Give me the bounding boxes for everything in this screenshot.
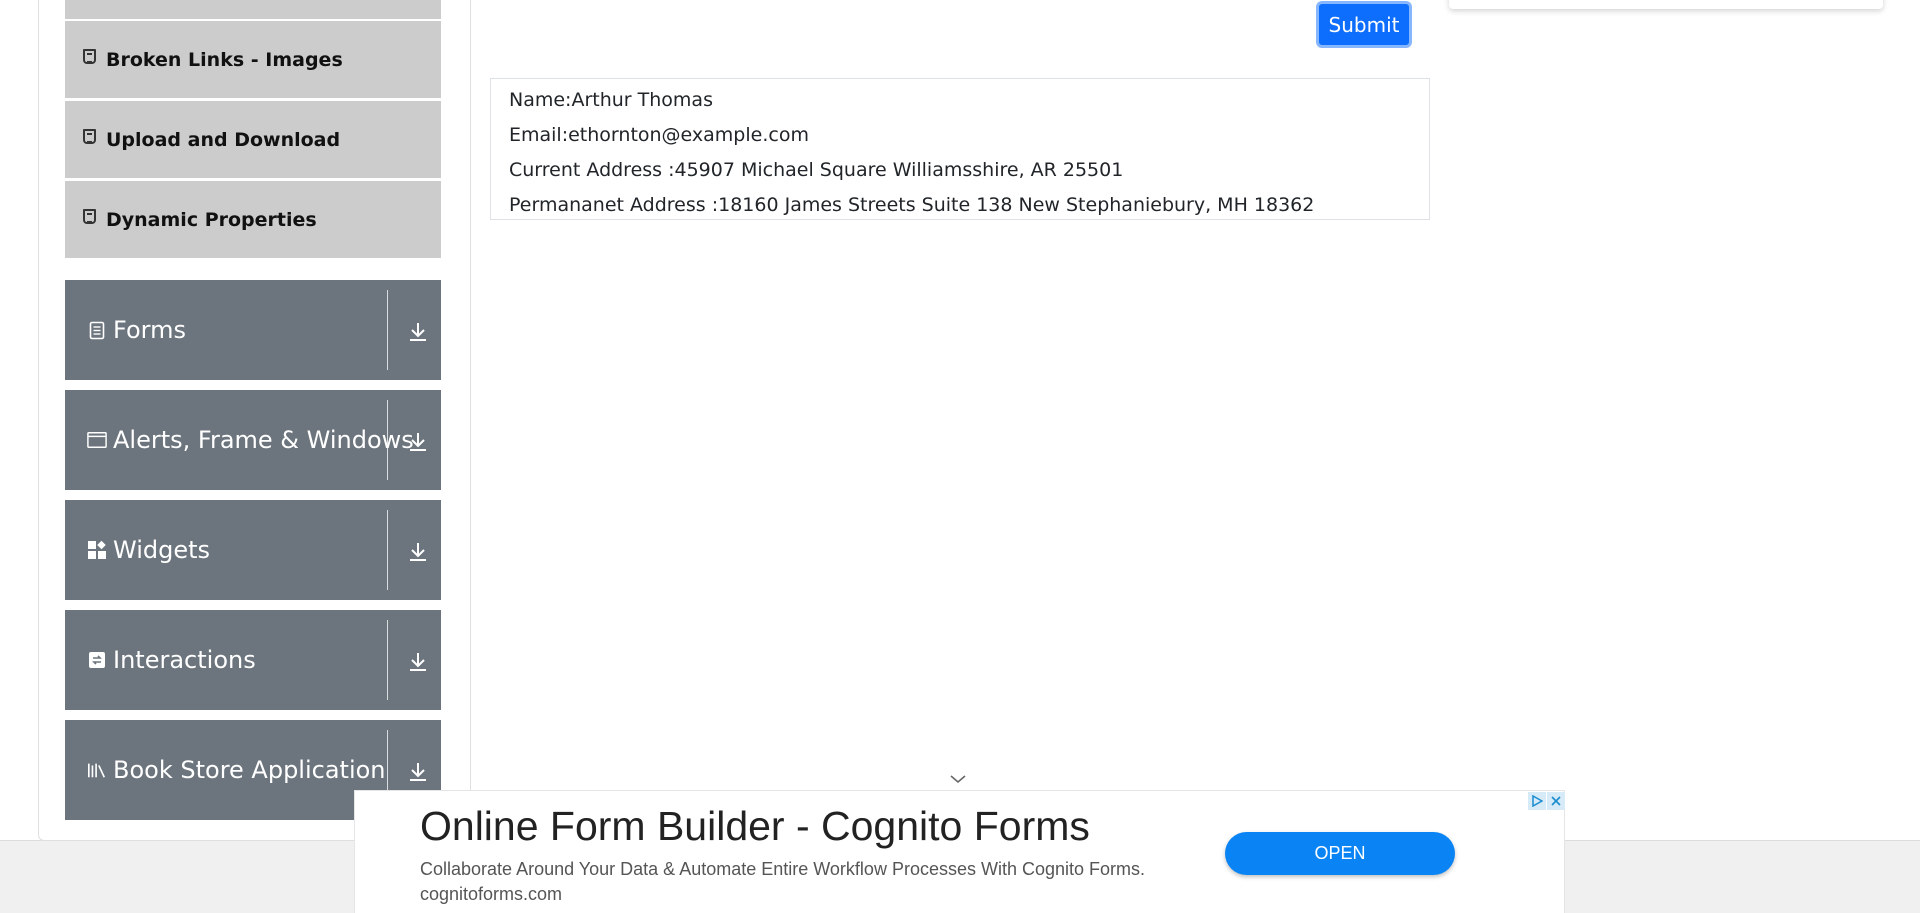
divider bbox=[387, 400, 388, 480]
interactions-icon bbox=[87, 650, 107, 670]
group-widgets[interactable]: Widgets bbox=[65, 500, 441, 600]
sidebar-sub-item-partial[interactable] bbox=[65, 0, 441, 19]
html5-icon bbox=[83, 209, 96, 224]
output-permanent-address: Permananet Address :18160 James Streets … bbox=[509, 194, 1315, 216]
page: Broken Links - Images Upload and Downloa… bbox=[0, 0, 1920, 913]
divider bbox=[387, 510, 388, 590]
ad-description: Collaborate Around Your Data & Automate … bbox=[420, 859, 1146, 904]
group-alerts-frame-windows[interactable]: Alerts, Frame & Windows bbox=[65, 390, 441, 490]
group-label: Forms bbox=[113, 316, 186, 344]
group-label: Widgets bbox=[113, 536, 211, 564]
books-icon bbox=[87, 760, 107, 780]
chevron-down-icon[interactable] bbox=[949, 772, 967, 786]
form-icon bbox=[87, 320, 107, 340]
divider bbox=[387, 290, 388, 370]
html5-icon bbox=[83, 49, 96, 64]
output-current-address: Current Address :45907 Michael Square Wi… bbox=[509, 159, 1124, 181]
download-icon bbox=[410, 433, 426, 451]
download-icon bbox=[410, 653, 426, 671]
sidebar-item-label: Dynamic Properties bbox=[106, 208, 317, 231]
sidebar-item-label: Broken Links - Images bbox=[106, 48, 343, 71]
ad-choices-icon[interactable] bbox=[1528, 792, 1546, 810]
html5-icon bbox=[83, 129, 96, 144]
group-interactions[interactable]: Interactions bbox=[65, 610, 441, 710]
download-icon bbox=[410, 323, 426, 341]
output-email: Email:ethornton@example.com bbox=[509, 124, 809, 146]
divider bbox=[387, 620, 388, 700]
submit-button[interactable]: Submit bbox=[1316, 1, 1412, 48]
sidebar-item-dynamic-properties[interactable]: Dynamic Properties bbox=[65, 181, 441, 258]
download-icon bbox=[410, 543, 426, 561]
output-name: Name:Arthur Thomas bbox=[509, 89, 713, 111]
output-box: Name:Arthur Thomas Email:ethornton@examp… bbox=[490, 78, 1430, 220]
group-label: Alerts, Frame & Windows bbox=[113, 426, 414, 454]
group-forms[interactable]: Forms bbox=[65, 280, 441, 380]
group-label: Book Store Application bbox=[113, 756, 386, 784]
sidebar-item-upload-download[interactable]: Upload and Download bbox=[65, 101, 441, 178]
sidebar-item-label: Upload and Download bbox=[106, 128, 341, 151]
download-icon bbox=[410, 763, 426, 781]
sidebar-item-broken-links[interactable]: Broken Links - Images bbox=[65, 21, 441, 98]
widgets-icon bbox=[87, 540, 107, 560]
ad-title[interactable]: Online Form Builder - Cognito Forms bbox=[420, 803, 1090, 850]
right-ad-card bbox=[1449, 0, 1883, 9]
ad-banner[interactable]: Online Form Builder - Cognito Forms Coll… bbox=[354, 790, 1565, 913]
ad-close-icon[interactable] bbox=[1547, 792, 1565, 810]
ad-open-button[interactable]: OPEN bbox=[1225, 832, 1455, 875]
window-icon bbox=[87, 430, 107, 450]
group-label: Interactions bbox=[113, 646, 256, 674]
